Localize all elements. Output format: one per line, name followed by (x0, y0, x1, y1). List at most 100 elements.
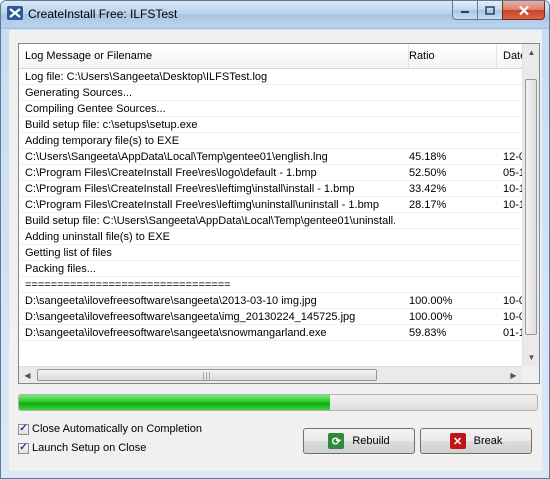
row-message: Build setup file: C:\Users\Sangeeta\AppD… (25, 215, 395, 227)
table-row[interactable]: Adding uninstall file(s) to EXE (19, 229, 522, 245)
scroll-down-button[interactable]: ▼ (523, 349, 539, 366)
row-date (503, 117, 522, 132)
row-message: Compiling Gentee Sources... (25, 103, 166, 115)
arrow-up-icon: ▲ (527, 48, 536, 57)
row-message: D:\sangeeta\ilovefreesoftware\sangeeta\2… (25, 295, 317, 307)
row-ratio: 100.00% (409, 295, 453, 307)
row-date (503, 213, 522, 228)
row-date: 12-0! (503, 151, 522, 163)
break-icon: ✕ (449, 433, 466, 449)
row-message: C:\Program Files\CreateInstall Free\res\… (25, 167, 317, 179)
createinstall-window: CreateInstall Free: ILFSTest Log Message… (0, 0, 550, 479)
progress-fill (19, 395, 330, 410)
row-ratio: 45.18% (409, 151, 447, 163)
row-date: 10-0 (503, 295, 522, 307)
title-bar[interactable]: CreateInstall Free: ILFSTest (1, 1, 549, 27)
row-ratio (409, 69, 494, 84)
arrow-left-icon: ◀ (24, 371, 31, 380)
checkbox-box[interactable]: ✓ (18, 442, 29, 454)
table-row[interactable]: Adding temporary file(s) to EXE (19, 133, 522, 149)
horizontal-scrollbar[interactable]: ◀ ||| ▶ (19, 366, 522, 383)
row-message: Build setup file: c:\setups\setup.exe (25, 119, 198, 131)
rebuild-button[interactable]: ⟳ Rebuild (303, 428, 415, 454)
table-row[interactable]: Log file: C:\Users\Sangeeta\Desktop\ILFS… (19, 69, 522, 85)
row-ratio (409, 117, 494, 132)
check-icon: ✓ (19, 442, 28, 453)
check-icon: ✓ (19, 423, 28, 434)
row-ratio (409, 85, 494, 100)
row-date (503, 261, 522, 276)
row-ratio (409, 245, 494, 260)
row-date: 05-1 (503, 167, 522, 179)
maximize-button[interactable] (477, 1, 503, 20)
row-date (503, 229, 522, 244)
horizontal-scroll-thumb[interactable]: ||| (37, 369, 377, 381)
rebuild-label: Rebuild (352, 435, 390, 447)
maximize-icon (485, 5, 495, 15)
table-row[interactable]: C:\Program Files\CreateInstall Free\res\… (19, 165, 522, 181)
build-progress-bar (18, 394, 538, 411)
row-message: Packing files... (25, 263, 96, 275)
table-row[interactable]: Generating Sources... (19, 85, 522, 101)
table-row[interactable]: Packing files... (19, 261, 522, 277)
scroll-left-button[interactable]: ◀ (19, 367, 36, 383)
log-listview[interactable]: Log Message or Filename Ratio Date Log f… (18, 43, 540, 384)
row-ratio: 100.00% (409, 311, 453, 323)
row-message: D:\sangeeta\ilovefreesoftware\sangeeta\i… (25, 311, 356, 323)
row-date: 10-1 (503, 183, 522, 195)
minimize-button[interactable] (452, 1, 478, 20)
row-date (503, 277, 522, 292)
table-row[interactable]: D:\sangeeta\ilovefreesoftware\sangeeta\s… (19, 325, 522, 341)
grip-icon: ||| (202, 370, 212, 380)
row-date (503, 85, 522, 100)
row-message: Generating Sources... (25, 87, 133, 99)
row-date: 10-1 (503, 199, 522, 211)
table-row[interactable]: Build setup file: c:\setups\setup.exe (19, 117, 522, 133)
break-label: Break (473, 435, 503, 447)
row-ratio (409, 213, 494, 228)
table-row[interactable]: C:\Program Files\CreateInstall Free\res\… (19, 197, 522, 213)
table-row[interactable]: Getting list of files (19, 245, 522, 261)
row-ratio (409, 133, 494, 148)
column-header-message[interactable]: Log Message or Filename (19, 44, 409, 68)
close-automatically-checkbox[interactable]: ✓ Close Automatically on Completion (18, 421, 202, 437)
row-message: C:\Program Files\CreateInstall Free\res\… (25, 199, 379, 211)
row-message: Log file: C:\Users\Sangeeta\Desktop\ILFS… (25, 71, 268, 83)
row-date (503, 245, 522, 260)
list-header: Log Message or Filename Ratio Date (19, 44, 526, 69)
break-button[interactable]: ✕ Break (420, 428, 532, 454)
table-row[interactable]: Build setup file: C:\Users\Sangeeta\AppD… (19, 213, 522, 229)
checkbox-label: Close Automatically on Completion (32, 423, 202, 435)
row-message: Adding uninstall file(s) to EXE (25, 231, 170, 243)
vertical-scrollbar[interactable]: ▲ ▼ (522, 44, 539, 366)
table-row[interactable]: C:\Program Files\CreateInstall Free\res\… (19, 181, 522, 197)
row-message: D:\sangeeta\ilovefreesoftware\sangeeta\s… (25, 327, 327, 339)
row-ratio: 52.50% (409, 167, 447, 179)
table-row[interactable]: D:\sangeeta\ilovefreesoftware\sangeeta\2… (19, 293, 522, 309)
table-row[interactable]: C:\Users\Sangeeta\AppData\Local\Temp\gen… (19, 149, 522, 165)
scrollbar-corner (522, 366, 539, 383)
arrow-down-icon: ▼ (527, 353, 536, 362)
checkbox-label: Launch Setup on Close (32, 442, 147, 454)
table-row[interactable]: ================================ (19, 277, 522, 293)
row-date: 10-0 (503, 311, 522, 323)
close-button[interactable] (502, 1, 545, 20)
column-header-ratio[interactable]: Ratio (403, 44, 497, 68)
launch-setup-checkbox[interactable]: ✓ Launch Setup on Close (18, 440, 146, 456)
row-message: Getting list of files (25, 247, 112, 259)
minimize-icon (461, 11, 469, 13)
table-row[interactable]: D:\sangeeta\ilovefreesoftware\sangeeta\i… (19, 309, 522, 325)
app-icon (7, 6, 23, 20)
checkbox-box[interactable]: ✓ (18, 423, 29, 435)
row-message: ================================ (25, 279, 231, 291)
table-row[interactable]: Compiling Gentee Sources... (19, 101, 522, 117)
close-icon (518, 5, 529, 15)
scroll-up-button[interactable]: ▲ (523, 44, 539, 61)
row-message: C:\Program Files\CreateInstall Free\res\… (25, 183, 355, 195)
arrow-right-icon: ▶ (510, 371, 517, 380)
row-ratio: 33.42% (409, 183, 447, 195)
scroll-right-button[interactable]: ▶ (505, 367, 522, 383)
row-message: C:\Users\Sangeeta\AppData\Local\Temp\gen… (25, 151, 328, 163)
rebuild-icon: ⟳ (328, 433, 345, 449)
vertical-scroll-thumb[interactable] (525, 79, 537, 335)
